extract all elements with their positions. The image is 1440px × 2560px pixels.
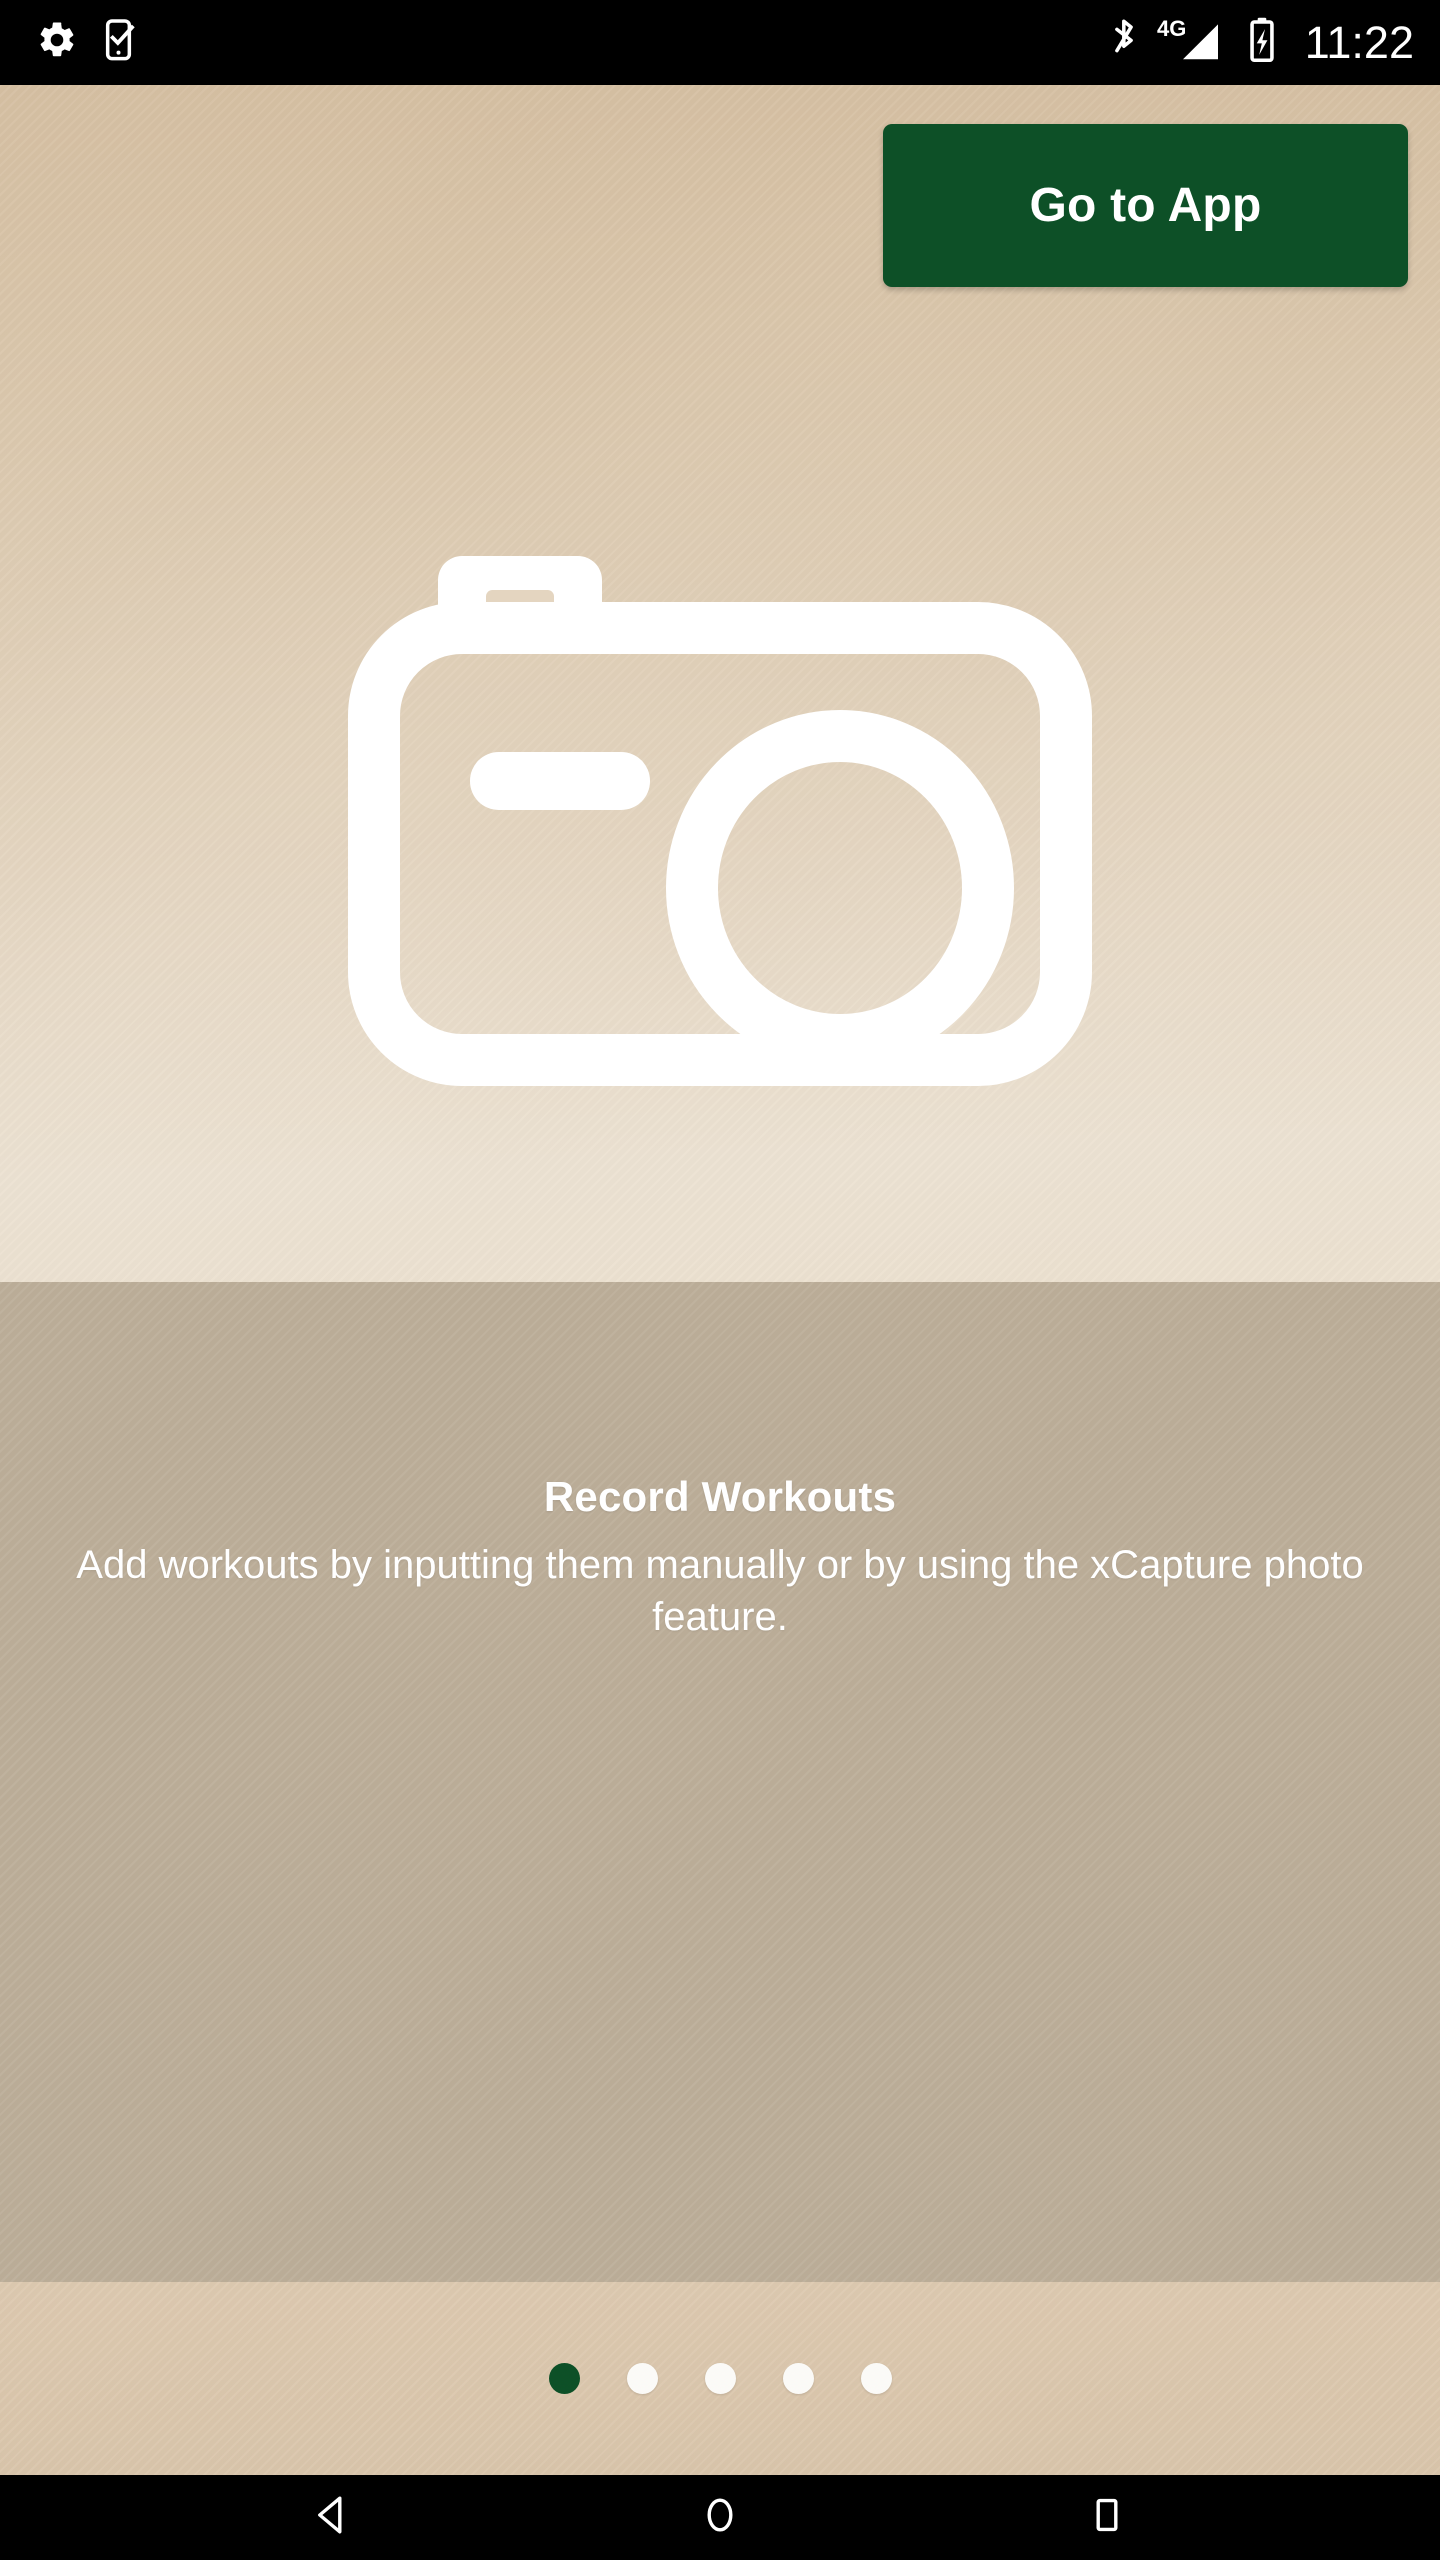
settings-gear-icon (36, 19, 78, 66)
page-indicator-dots[interactable] (548, 2363, 892, 2394)
status-bar-left-icons (36, 18, 140, 67)
page-indicator-area (0, 2282, 1440, 2475)
page-dot-3[interactable] (704, 2363, 736, 2394)
status-bar-clock: 11:22 (1304, 17, 1414, 68)
device-screen: 4G 11:22 Record Workouts Add workouts by… (0, 0, 1440, 2560)
recents-button[interactable] (1047, 2475, 1167, 2560)
camera-icon (320, 463, 1120, 1153)
onboarding-text-block: Record Workouts Add workouts by inputtin… (0, 1282, 1440, 1644)
home-button[interactable] (660, 2475, 780, 2560)
onboarding-screen: Record Workouts Add workouts by inputtin… (0, 85, 1440, 2475)
go-to-app-button[interactable]: Go to App (883, 124, 1408, 287)
page-dot-1[interactable] (548, 2363, 580, 2394)
network-type-label: 4G (1157, 16, 1186, 41)
page-dot-4[interactable] (782, 2363, 814, 2394)
page-title: Record Workouts (543, 1473, 897, 1520)
signal-4g-icon: 4G (1157, 14, 1229, 71)
page-dot-2[interactable] (626, 2363, 658, 2394)
back-button[interactable] (273, 2475, 393, 2560)
android-navigation-bar (0, 2475, 1440, 2560)
recents-square-icon (1083, 2491, 1131, 2544)
page-description: Add workouts by inputting them manually … (76, 1542, 1364, 1640)
status-bar: 4G 11:22 (0, 0, 1440, 85)
phone-checklist-icon (100, 18, 140, 67)
back-triangle-icon (309, 2491, 357, 2544)
bluetooth-icon (1109, 17, 1139, 68)
page-dot-5[interactable] (860, 2363, 892, 2394)
home-circle-icon (696, 2491, 744, 2544)
status-bar-right-icons: 4G 11:22 (1109, 14, 1414, 71)
battery-charging-icon (1247, 15, 1277, 70)
onboarding-text-panel: Record Workouts Add workouts by inputtin… (0, 1282, 1440, 2282)
